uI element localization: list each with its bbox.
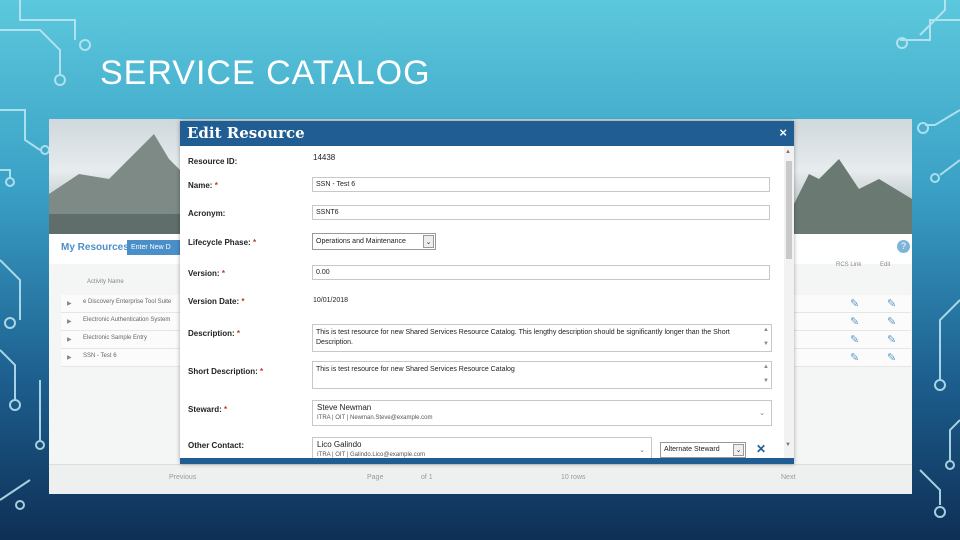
short-description-label: Short Description: * — [188, 367, 264, 376]
version-label: Version: * — [188, 269, 225, 278]
contact-role-select[interactable]: Alternate Steward ⌄ — [660, 442, 746, 458]
expand-icon[interactable]: ▶ — [67, 336, 72, 343]
steward-picker[interactable]: Steve Newman ITRA | OIT | Newman.Steve@e… — [312, 400, 772, 426]
lifecycle-phase-label: Lifecycle Phase: * — [188, 238, 257, 247]
description-label: Description: * — [188, 329, 241, 338]
edit-icon[interactable]: ✎ — [887, 315, 896, 328]
chevron-down-icon[interactable]: ⌄ — [759, 409, 765, 417]
remove-contact-icon[interactable]: ✕ — [756, 442, 766, 456]
expand-icon[interactable]: ▶ — [67, 318, 72, 325]
scroll-down-icon[interactable]: ▼ — [785, 442, 791, 448]
description-textarea[interactable]: This is test resource for new Shared Ser… — [312, 324, 772, 352]
name-field[interactable]: SSN - Test 6 — [312, 177, 770, 192]
chevron-down-icon[interactable]: ⌄ — [639, 446, 645, 454]
slide-title: SERVICE CATALOG — [100, 54, 431, 92]
row-name: Electronic Sample Entry — [83, 335, 148, 341]
column-header-name[interactable]: Activity Name — [87, 279, 124, 285]
version-date-field[interactable]: 10/01/2018 — [313, 297, 348, 304]
row-name: SSN - Test 6 — [83, 353, 117, 359]
scroll-up-icon[interactable]: ▲ — [763, 327, 769, 333]
previous-button[interactable]: Previous — [169, 474, 196, 481]
chevron-down-icon[interactable]: ⌄ — [423, 235, 434, 248]
short-description-textarea[interactable]: This is test resource for new Shared Ser… — [312, 361, 772, 389]
resource-id-label: Resource ID: — [188, 157, 238, 166]
my-resources-heading: My Resources — [61, 242, 129, 253]
version-date-label: Version Date: * — [188, 297, 245, 306]
other-contact-label: Other Contact: — [188, 441, 244, 450]
close-icon[interactable]: × — [779, 125, 787, 140]
scroll-up-icon[interactable]: ▲ — [785, 149, 791, 155]
enter-new-button[interactable]: Enter New D — [127, 240, 187, 255]
resource-id-value: 14438 — [313, 153, 336, 162]
acronym-label: Acronym: — [188, 209, 226, 218]
page-label: Page — [367, 474, 384, 481]
scrollbar-thumb[interactable] — [786, 161, 792, 259]
row-name: Electronic Authentication System — [83, 317, 171, 323]
scroll-up-icon[interactable]: ▲ — [763, 364, 769, 370]
dialog-footer — [180, 458, 794, 464]
column-header-rcs-link[interactable]: RCS Link — [836, 262, 861, 268]
rcs-link-icon[interactable]: ✎ — [850, 333, 859, 346]
help-icon[interactable]: ? — [897, 240, 910, 253]
scroll-down-icon[interactable]: ▼ — [763, 378, 769, 384]
acronym-field[interactable]: SSNT6 — [312, 205, 770, 220]
name-label: Name: * — [188, 181, 218, 190]
edit-icon[interactable]: ✎ — [887, 297, 896, 310]
edit-resource-dialog: Edit Resource × ▲ ▼ Resource ID: 14438 N… — [180, 121, 794, 464]
lifecycle-phase-select[interactable]: Operations and Maintenance ⌄ — [312, 233, 436, 250]
rcs-link-icon[interactable]: ✎ — [850, 315, 859, 328]
expand-icon[interactable]: ▶ — [67, 300, 72, 307]
edit-icon[interactable]: ✎ — [887, 351, 896, 364]
expand-icon[interactable]: ▶ — [67, 354, 72, 361]
chevron-down-icon[interactable]: ⌄ — [733, 444, 744, 456]
page-count: of 1 — [421, 474, 433, 481]
steward-label: Steward: * — [188, 405, 228, 414]
row-name: e Discovery Enterprise Tool Suite — [83, 299, 172, 305]
dialog-title: Edit Resource — [187, 124, 305, 142]
rcs-link-icon[interactable]: ✎ — [850, 351, 859, 364]
version-field[interactable]: 0.00 — [312, 265, 770, 280]
rows-per-page-select[interactable]: 10 rows — [561, 474, 586, 481]
column-header-edit[interactable]: Edit — [880, 262, 890, 268]
next-button[interactable]: Next — [781, 474, 795, 481]
pagination-bar: Previous Page of 1 10 rows Next — [49, 464, 912, 494]
edit-icon[interactable]: ✎ — [887, 333, 896, 346]
rcs-link-icon[interactable]: ✎ — [850, 297, 859, 310]
scroll-down-icon[interactable]: ▼ — [763, 341, 769, 347]
